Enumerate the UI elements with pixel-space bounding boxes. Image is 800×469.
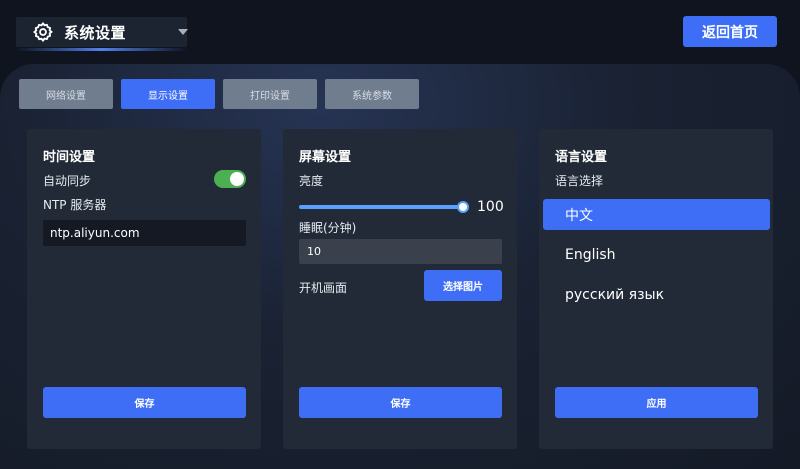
screen-settings-panel: 屏幕设置 亮度 100 睡眠(分钟) 开机画面 选择图片 保存 <box>283 129 517 449</box>
auto-sync-label: 自动同步 <box>43 174 92 188</box>
top-bar: 系统设置 返回首页 <box>0 0 800 64</box>
language-settings-panel: 语言设置 语言选择 中文 English русский язык 应用 <box>539 129 773 449</box>
tab-print-settings[interactable]: 打印设置 <box>223 79 317 109</box>
panel-title: 语言设置 <box>555 150 608 165</box>
select-image-button[interactable]: 选择图片 <box>424 270 502 301</box>
ntp-server-label: NTP 服务器 <box>43 198 107 212</box>
toggle-knob <box>230 172 244 186</box>
panel-title: 时间设置 <box>43 150 96 165</box>
time-save-button[interactable]: 保存 <box>43 387 246 418</box>
screen-save-button[interactable]: 保存 <box>299 387 502 418</box>
brightness-value: 100 <box>477 199 504 215</box>
language-option-russian[interactable]: русский язык <box>543 279 770 310</box>
language-option-chinese[interactable]: 中文 <box>543 199 770 230</box>
sleep-minutes-input[interactable] <box>299 239 502 264</box>
brightness-label: 亮度 <box>299 174 324 188</box>
title-underline <box>16 48 187 51</box>
sleep-minutes-label: 睡眠(分钟) <box>299 221 357 235</box>
time-settings-panel: 时间设置 自动同步 NTP 服务器 保存 <box>27 129 261 449</box>
return-home-button[interactable]: 返回首页 <box>683 16 777 47</box>
settings-tabs: 网络设置 显示设置 打印设置 系统参数 <box>19 79 419 109</box>
language-select-label: 语言选择 <box>555 174 604 188</box>
auto-sync-toggle[interactable] <box>214 170 246 188</box>
system-settings-dropdown[interactable]: 系统设置 <box>16 17 188 47</box>
boot-screen-label: 开机画面 <box>299 281 348 295</box>
tab-network-settings[interactable]: 网络设置 <box>19 79 113 109</box>
tab-display-settings[interactable]: 显示设置 <box>121 79 215 109</box>
language-apply-button[interactable]: 应用 <box>555 387 758 418</box>
brightness-slider-track[interactable] <box>299 205 463 209</box>
ntp-server-input[interactable] <box>43 220 246 246</box>
caret-down-icon <box>178 29 188 35</box>
language-option-english[interactable]: English <box>543 239 770 270</box>
main-content: 网络设置 显示设置 打印设置 系统参数 时间设置 自动同步 NTP 服务器 保存… <box>0 64 800 469</box>
page-title: 系统设置 <box>64 23 127 42</box>
panel-title: 屏幕设置 <box>299 150 352 165</box>
brightness-slider-thumb[interactable] <box>457 201 469 213</box>
gear-icon <box>32 21 54 43</box>
tab-system-params[interactable]: 系统参数 <box>325 79 419 109</box>
